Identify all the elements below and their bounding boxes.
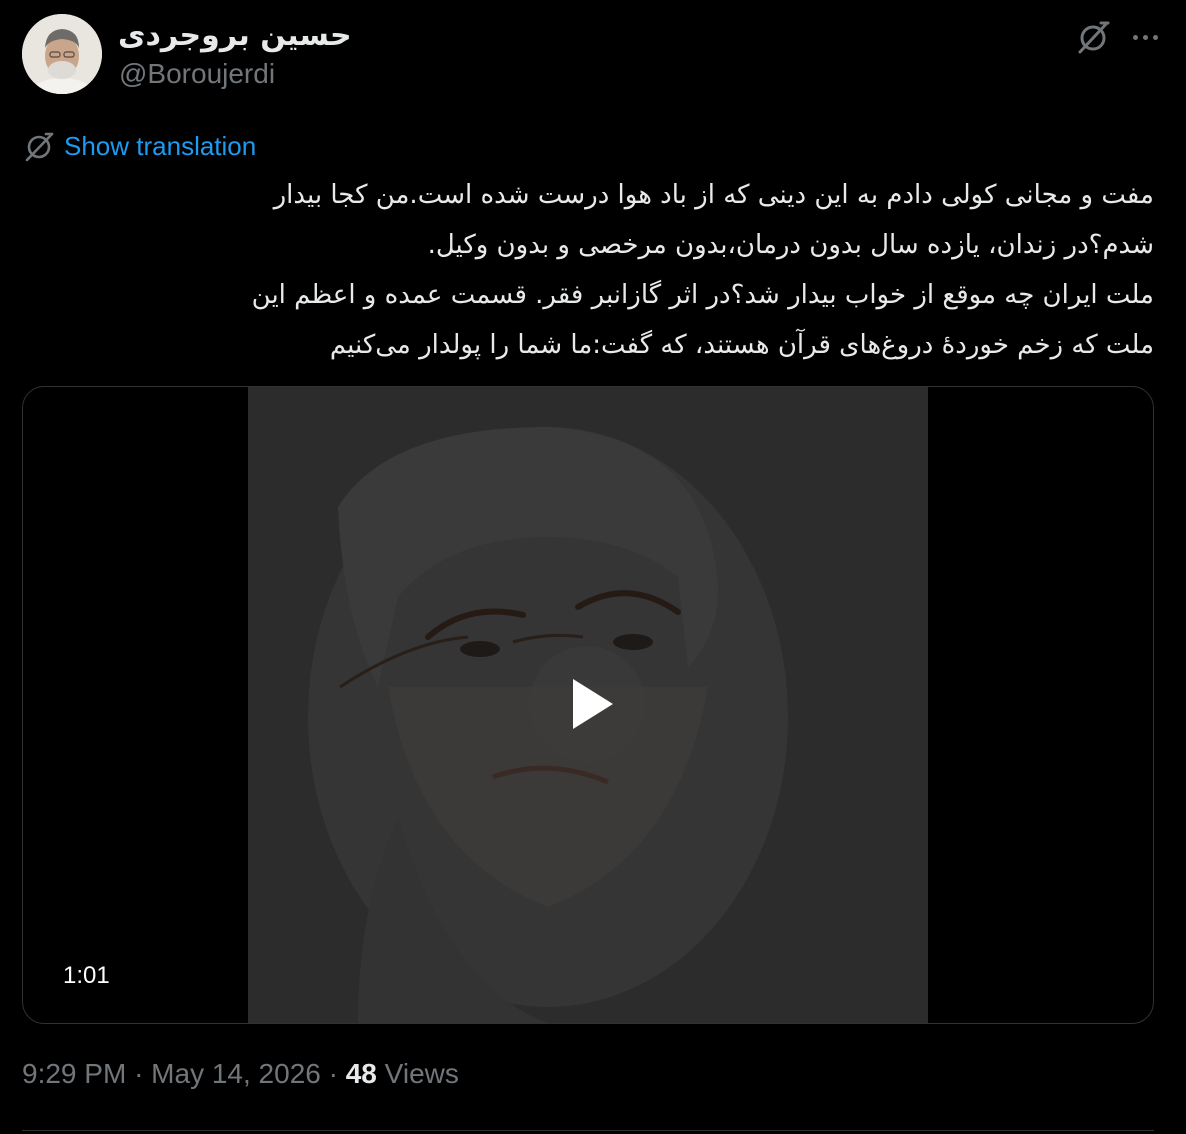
views-count: 48 [345, 1058, 377, 1089]
video-player[interactable]: 1:01 [22, 386, 1154, 1024]
author-avatar[interactable] [22, 14, 102, 94]
more-options-icon[interactable] [1126, 20, 1164, 54]
avatar-photo-icon [22, 14, 102, 94]
meta-separator: · [328, 1058, 338, 1089]
tweet-text-line: شدم؟در زندان، یازده سال بدون درمان،بدون … [427, 230, 1154, 260]
tweet-time[interactable]: 9:29 PM [22, 1058, 126, 1089]
tweet-detail-page: حسین بروجردی @Boroujerdi Show translatio… [0, 0, 1186, 1134]
tweet-body: مفت و مجانی کولی دادم به این دینی که از … [22, 170, 1154, 370]
divider [22, 1130, 1154, 1131]
show-translation-link[interactable]: Show translation [64, 131, 256, 162]
grok-icon[interactable] [1074, 18, 1112, 56]
tweet-meta: 9:29 PM · May 14, 2026 · 48 Views [22, 1058, 459, 1090]
translation-row: Show translation [22, 128, 256, 164]
author-display-name[interactable]: حسین بروجردی [118, 18, 352, 53]
tweet-text-line: مفت و مجانی کولی دادم به این دینی که از … [273, 180, 1154, 210]
views-label: Views [384, 1058, 459, 1089]
tweet-date[interactable]: May 14, 2026 [151, 1058, 321, 1089]
tweet-text-line: ملت که زخم خوردهٔ دروغ‌های قرآن هستند، ک… [329, 330, 1154, 360]
meta-separator: · [134, 1058, 144, 1089]
translate-globe-icon [25, 132, 54, 162]
author-handle[interactable]: @Boroujerdi [119, 58, 275, 90]
tweet-text-line: ملت ایران چه موقع از خواب بیدار شد؟در اث… [251, 280, 1154, 310]
tweet-header: حسین بروجردی @Boroujerdi [22, 14, 1164, 96]
play-button[interactable] [529, 646, 645, 762]
play-icon [573, 679, 613, 729]
video-duration: 1:01 [63, 962, 110, 989]
